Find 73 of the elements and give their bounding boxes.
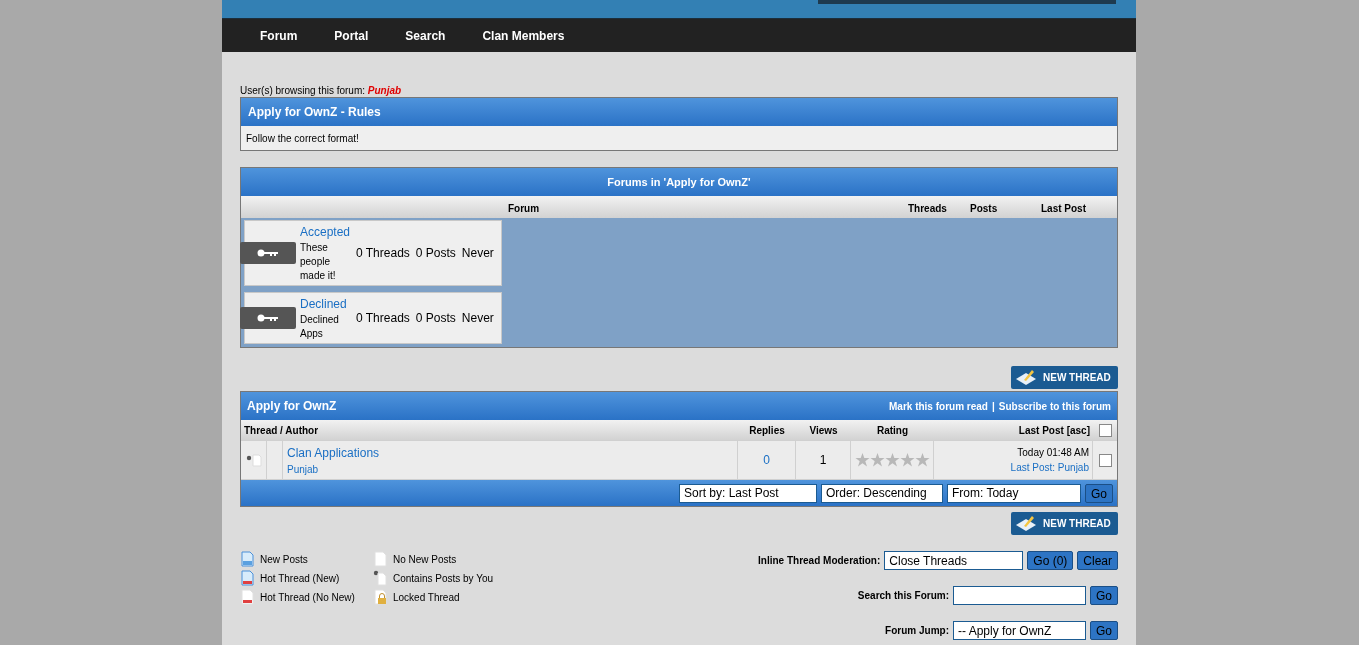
thread-status-icon [245,453,262,467]
nav-link[interactable]: Search [405,26,446,45]
thread-status-icon [240,589,254,605]
new-thread-button[interactable]: NEW THREAD [1011,366,1118,389]
column-header: Posts [970,202,998,216]
thread-link[interactable]: Clan Applications [287,443,737,462]
mark-read-link[interactable]: Mark this forum read [889,398,988,414]
thread-status-icon [373,551,387,567]
replies-link[interactable]: 0 [763,451,770,469]
browsing-label: User(s) browsing this forum: [240,85,366,96]
legend-label: No New Posts [393,552,457,567]
column-header: Forum [508,202,540,216]
forum-jump-dropdown[interactable]: -- Apply for OwnZ [953,621,1086,640]
checkbox[interactable] [1098,453,1112,467]
key-icon [257,249,279,257]
thread-status-icon [373,589,387,605]
thread-status-icon [373,570,387,586]
subscribe-link[interactable]: Subscribe to this forum [998,398,1111,414]
checkbox[interactable] [1098,423,1112,437]
legend-label: Hot Thread (No New) [260,590,355,605]
go-button[interactable]: Go [1085,483,1113,503]
thread-count: 0 Threads [356,310,410,327]
field-label: Inline Thread Moderation: [758,554,881,568]
last-post: Never [461,245,494,262]
nav-link[interactable]: Clan Members [482,26,565,45]
column-header: Replies [749,424,785,436]
panel-title: Forums in 'Apply for OwnZ' [241,168,1117,196]
forum-description: Declined Apps [300,313,340,341]
go-button[interactable]: Clear [1077,551,1118,570]
thread-status-icon [240,551,254,567]
panel-title: Apply for OwnZ [247,398,337,415]
forum-description: These people made it! [300,241,337,283]
search-field[interactable] [953,586,1086,605]
go-button[interactable]: Go [1090,621,1118,640]
post-count: 0 Posts [415,245,456,262]
last-post: Never [461,310,494,327]
sort-dropdown[interactable]: Sort by: Last Post [679,483,817,503]
nav-link[interactable]: Portal [334,26,369,45]
separator: | [991,399,995,414]
subforum-link[interactable]: Declined [300,295,354,313]
key-icon [257,314,279,322]
author-link[interactable]: Punjab [287,461,737,477]
legend-label: Contains Posts by You [393,571,494,586]
column-header: Rating [876,424,909,436]
field-label: Forum Jump: [885,624,949,638]
moderation-dropdown[interactable]: Close Threads [884,551,1024,570]
column-header: Last Post [asc] [1018,424,1090,436]
rules-text: Follow the correct format! [245,131,360,146]
username[interactable]: Punjab [367,85,402,96]
legend-label: Locked Thread [393,590,460,605]
views-count: 1 [819,452,827,469]
column-header: Thread / Author [244,424,319,436]
subforum-link[interactable]: Accepted [300,223,354,241]
legend-label: New Posts [260,552,308,567]
go-button[interactable]: Go [1090,586,1118,605]
pencil-icon [1015,514,1037,533]
column-header: Last Post [1041,202,1086,216]
field-label: Search this Forum: [857,589,949,603]
order-dropdown[interactable]: Order: Descending [821,483,943,503]
column-header: Views [809,424,838,436]
thread-status-icon [240,570,254,586]
new-thread-button[interactable]: NEW THREAD [1011,512,1118,535]
last-post-time: Today 01:48 AM [1017,446,1089,460]
last-post-link[interactable]: Last Post: Punjab [1010,460,1089,475]
nav-link[interactable]: Forum [260,26,298,45]
column-header: Threads [908,202,947,216]
pencil-icon [1015,368,1037,387]
post-count: 0 Posts [415,310,456,327]
go-button[interactable]: Go (0) [1027,551,1074,570]
legend-label: Hot Thread (New) [260,571,340,586]
panel-title: Apply for OwnZ - Rules [241,98,1117,126]
date-dropdown[interactable]: From: Today [947,483,1081,503]
thread-count: 0 Threads [356,245,410,262]
